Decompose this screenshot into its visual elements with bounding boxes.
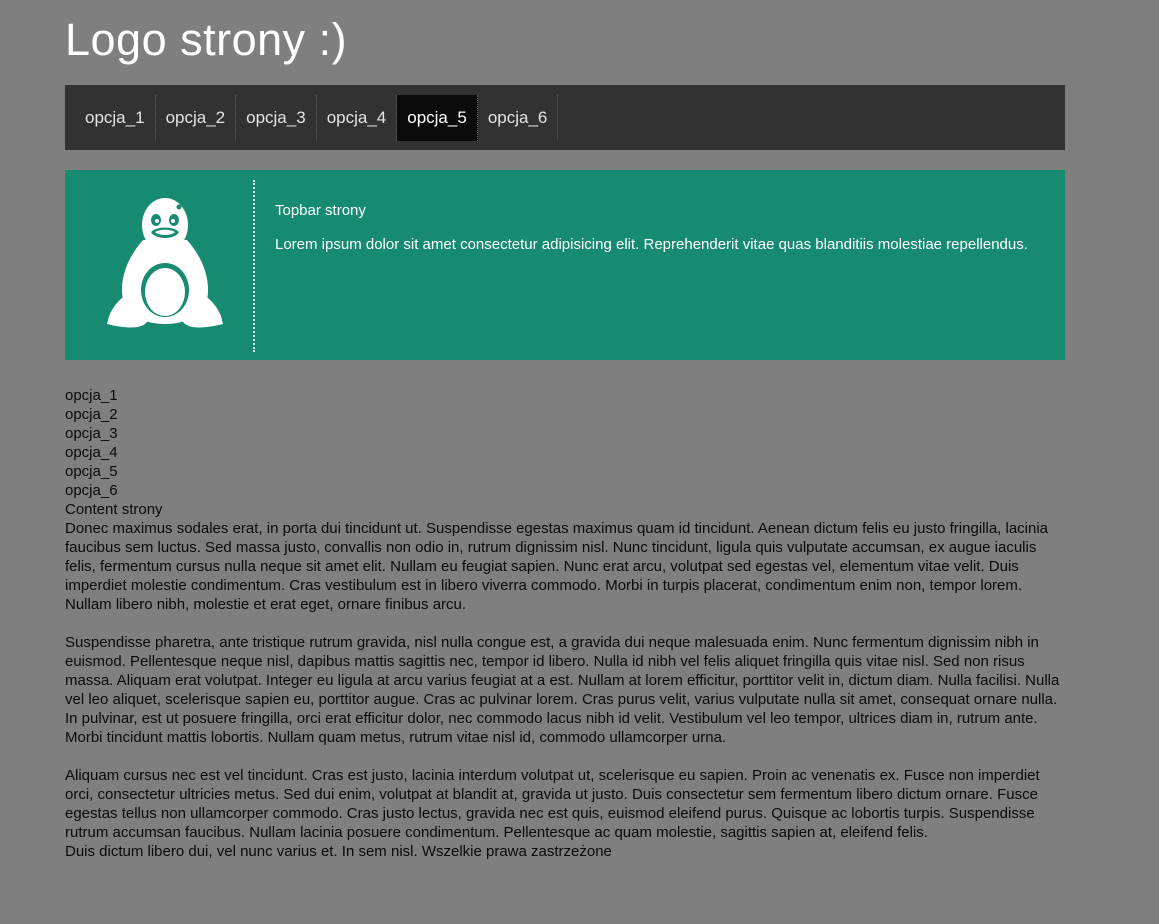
- nav-item-opcja-5[interactable]: opcja_5: [397, 94, 478, 141]
- main-nav: opcja_1 opcja_2 opcja_3 opcja_4 opcja_5 …: [65, 85, 1065, 150]
- nav-item-opcja-1[interactable]: opcja_1: [75, 94, 156, 141]
- topbar-title: Topbar strony: [275, 202, 366, 219]
- footer-text: Duis dictum libero dui, vel nunc varius …: [65, 843, 612, 860]
- content-list-item: opcja_1: [65, 387, 118, 404]
- content-area: opcja_1 opcja_2 opcja_3 opcja_4 opcja_5 …: [65, 386, 1065, 861]
- content-paragraph: Donec maximus sodales erat, in porta dui…: [65, 520, 1049, 613]
- nav-item-opcja-4[interactable]: opcja_4: [317, 94, 398, 141]
- content-list-item: opcja_2: [65, 406, 118, 423]
- nav-item-opcja-2[interactable]: opcja_2: [156, 94, 237, 141]
- linux-penguin-icon: [107, 198, 223, 328]
- site-logo[interactable]: Logo strony :): [65, 14, 347, 66]
- topbar-text: Lorem ipsum dolor sit amet consectetur a…: [275, 236, 1028, 253]
- content-list-item: opcja_3: [65, 425, 118, 442]
- nav-list: opcja_1 opcja_2 opcja_3 opcja_4 opcja_5 …: [65, 85, 1065, 150]
- nav-item-opcja-3[interactable]: opcja_3: [236, 94, 317, 141]
- content-body: Donec maximus sodales erat, in porta dui…: [65, 519, 1065, 842]
- topbar-divider: [253, 180, 255, 352]
- topbar: Topbar strony Lorem ipsum dolor sit amet…: [65, 170, 1065, 360]
- content-paragraph: Aliquam cursus nec est vel tincidunt. Cr…: [65, 767, 1040, 841]
- content-list-item: opcja_5: [65, 463, 118, 480]
- content-list-item: opcja_6: [65, 482, 118, 499]
- content-list-item: opcja_4: [65, 444, 118, 461]
- nav-item-opcja-6[interactable]: opcja_6: [478, 94, 559, 141]
- content-title: Content strony: [65, 501, 163, 518]
- content-paragraph: Suspendisse pharetra, ante tristique rut…: [65, 634, 1060, 746]
